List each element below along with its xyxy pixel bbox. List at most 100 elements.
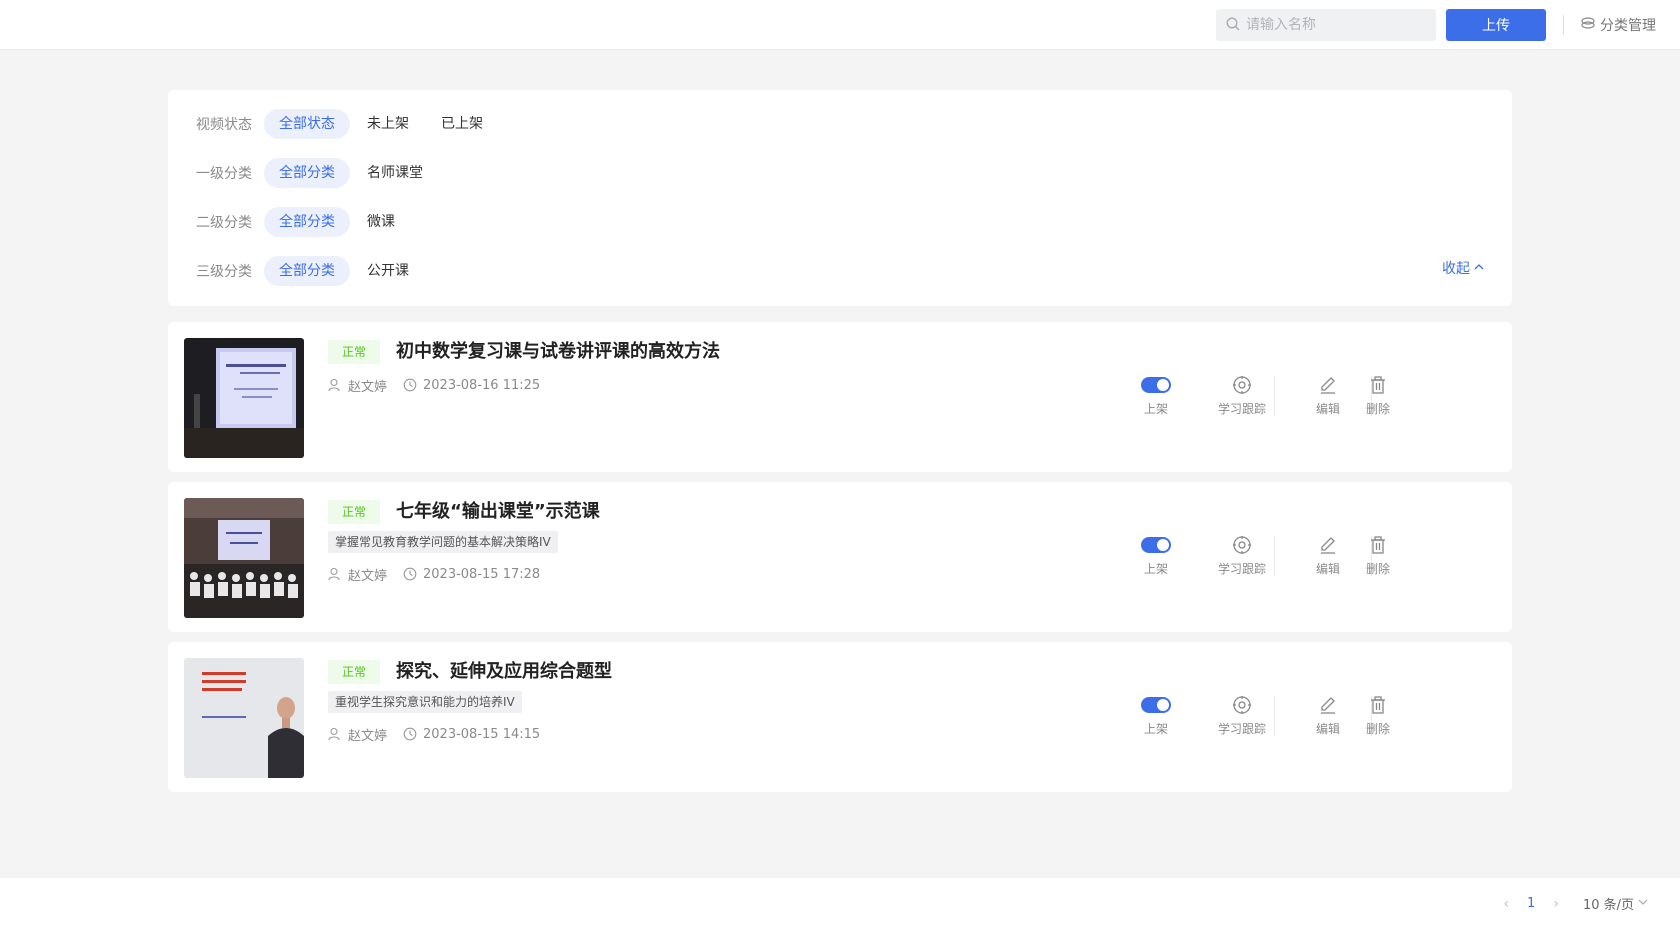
- target-icon: [1232, 534, 1252, 556]
- filter-label: 一级分类: [196, 166, 252, 182]
- filter-option[interactable]: 已上架: [426, 109, 498, 139]
- category-manage-icon: [1580, 15, 1596, 35]
- edit-icon: [1318, 374, 1338, 396]
- search-input[interactable]: [1246, 17, 1426, 33]
- delete-label: 删除: [1365, 722, 1390, 736]
- author-name: 赵文婷: [348, 728, 388, 744]
- track-button[interactable]: 学习跟踪: [1212, 694, 1272, 737]
- status-badge: 正常: [328, 500, 381, 524]
- delete-button[interactable]: 删除: [1348, 694, 1408, 737]
- toggle-switch[interactable]: [1141, 537, 1171, 553]
- upload-button[interactable]: 上传: [1446, 9, 1546, 41]
- publish-datetime: 2023-08-15 14:15: [423, 726, 541, 742]
- edit-icon: [1318, 534, 1338, 556]
- video-title[interactable]: 七年级“输出课堂”示范课: [396, 497, 600, 523]
- filter-label: 二级分类: [196, 215, 252, 231]
- publish-label: 上架: [1143, 722, 1168, 736]
- pagination: ‹ 1 › 10 条/页: [1503, 894, 1648, 913]
- publish-label: 上架: [1143, 402, 1168, 416]
- publish-datetime: 2023-08-15 17:28: [423, 566, 541, 582]
- filter-option[interactable]: 全部分类: [264, 158, 350, 188]
- trash-icon: [1368, 694, 1388, 716]
- video-card: 正常 探究、延伸及应用综合题型 重视学生探究意识和能力的培养IV 赵文婷 202…: [168, 642, 1512, 792]
- delete-button[interactable]: 删除: [1348, 374, 1408, 417]
- track-button[interactable]: 学习跟踪: [1212, 534, 1272, 577]
- action-divider: [1274, 696, 1275, 736]
- collapse-button[interactable]: 收起: [1442, 258, 1484, 278]
- trash-icon: [1368, 534, 1388, 556]
- next-page-icon[interactable]: ›: [1553, 896, 1559, 912]
- action-divider: [1274, 376, 1275, 416]
- top-bar: 上传 分类管理: [0, 0, 1680, 50]
- user-icon: [328, 567, 342, 581]
- video-title[interactable]: 初中数学复习课与试卷讲评课的高效方法: [396, 337, 720, 363]
- edit-label: 编辑: [1315, 402, 1340, 416]
- video-thumbnail[interactable]: [184, 658, 304, 778]
- filter-row-level1: 一级分类 全部分类 名师课堂: [196, 158, 440, 188]
- publish-datetime: 2023-08-16 11:25: [423, 377, 541, 393]
- author-name: 赵文婷: [348, 568, 388, 584]
- header-divider: [1563, 15, 1564, 35]
- chevron-up-icon: [1474, 260, 1484, 276]
- toggle-switch[interactable]: [1141, 377, 1171, 393]
- clock-icon: [403, 567, 417, 581]
- prev-page-icon[interactable]: ‹: [1503, 896, 1509, 912]
- category-manage-button[interactable]: 分类管理: [1580, 9, 1656, 41]
- category-manage-label: 分类管理: [1600, 18, 1656, 34]
- delete-button[interactable]: 删除: [1348, 534, 1408, 577]
- filter-option[interactable]: 未上架: [352, 109, 424, 139]
- track-button[interactable]: 学习跟踪: [1212, 374, 1272, 417]
- video-description: 掌握常见教育教学问题的基本解决策略IV: [328, 531, 558, 553]
- track-label: 学习跟踪: [1217, 562, 1266, 576]
- filter-label: 视频状态: [196, 117, 252, 133]
- edit-label: 编辑: [1315, 722, 1340, 736]
- track-label: 学习跟踪: [1217, 722, 1266, 736]
- filter-panel: 视频状态 全部状态 未上架 已上架 一级分类 全部分类 名师课堂 二级分类 全部…: [168, 90, 1512, 306]
- publish-toggle[interactable]: 上架: [1126, 534, 1186, 577]
- delete-label: 删除: [1365, 402, 1390, 416]
- delete-label: 删除: [1365, 562, 1390, 576]
- publish-label: 上架: [1143, 562, 1168, 576]
- status-badge: 正常: [328, 340, 381, 364]
- author-name: 赵文婷: [348, 379, 388, 395]
- track-label: 学习跟踪: [1217, 402, 1266, 416]
- user-icon: [328, 727, 342, 741]
- video-card: 正常 初中数学复习课与试卷讲评课的高效方法 赵文婷 2023-08-16 11:…: [168, 322, 1512, 472]
- video-meta: 赵文婷 2023-08-15 14:15: [328, 725, 541, 744]
- toggle-switch[interactable]: [1141, 697, 1171, 713]
- video-thumbnail[interactable]: [184, 498, 304, 618]
- filter-option[interactable]: 全部分类: [264, 256, 350, 286]
- filter-row-status: 视频状态 全部状态 未上架 已上架: [196, 109, 500, 139]
- chevron-down-icon: [1638, 896, 1648, 911]
- video-title[interactable]: 探究、延伸及应用综合题型: [396, 657, 612, 683]
- filter-option[interactable]: 全部分类: [264, 207, 350, 237]
- status-badge: 正常: [328, 660, 381, 684]
- video-meta: 赵文婷 2023-08-16 11:25: [328, 376, 541, 395]
- edit-label: 编辑: [1315, 562, 1340, 576]
- user-icon: [328, 378, 342, 392]
- video-card: 正常 七年级“输出课堂”示范课 掌握常见教育教学问题的基本解决策略IV 赵文婷 …: [168, 482, 1512, 632]
- pagination-bar: ‹ 1 › 10 条/页: [0, 878, 1680, 932]
- filter-row-level3: 三级分类 全部分类 公开课: [196, 256, 426, 286]
- edit-icon: [1318, 694, 1338, 716]
- clock-icon: [403, 378, 417, 392]
- publish-toggle[interactable]: 上架: [1126, 694, 1186, 737]
- search-icon: [1226, 16, 1240, 35]
- page-size-select[interactable]: 10 条/页: [1583, 894, 1648, 913]
- clock-icon: [403, 727, 417, 741]
- collapse-label: 收起: [1442, 261, 1470, 277]
- page-number[interactable]: 1: [1521, 896, 1541, 911]
- publish-toggle[interactable]: 上架: [1126, 374, 1186, 417]
- filter-option[interactable]: 名师课堂: [352, 158, 438, 188]
- video-description: 重视学生探究意识和能力的培养IV: [328, 691, 522, 713]
- filter-option[interactable]: 微课: [352, 207, 410, 237]
- trash-icon: [1368, 374, 1388, 396]
- search-box[interactable]: [1216, 9, 1436, 41]
- filter-option[interactable]: 全部状态: [264, 109, 350, 139]
- target-icon: [1232, 374, 1252, 396]
- video-thumbnail[interactable]: [184, 338, 304, 458]
- target-icon: [1232, 694, 1252, 716]
- video-meta: 赵文婷 2023-08-15 17:28: [328, 565, 541, 584]
- filter-option[interactable]: 公开课: [352, 256, 424, 286]
- filter-label: 三级分类: [196, 264, 252, 280]
